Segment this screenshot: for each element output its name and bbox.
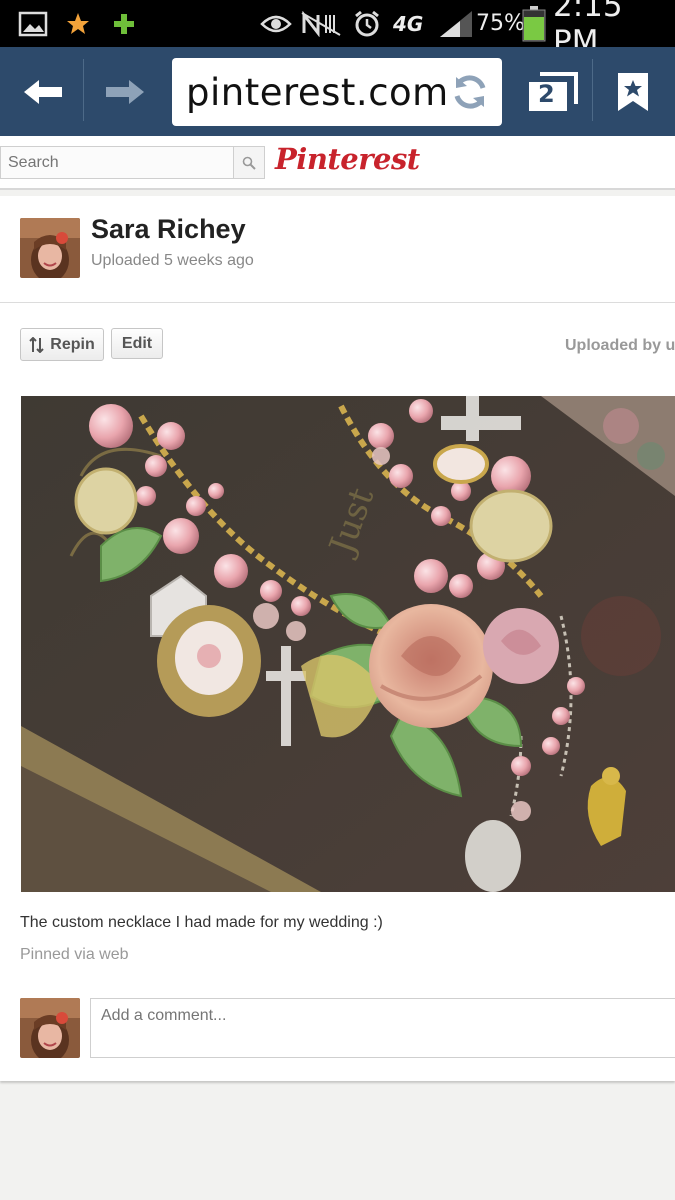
url-text: pinterest.com (186, 70, 449, 114)
network-type: 4G (393, 11, 424, 36)
image-icon (18, 0, 48, 47)
tab-count: 2 (538, 80, 555, 108)
battery-percent: 75% (476, 11, 525, 36)
toolbar-divider (83, 59, 84, 121)
bookmark-icon (618, 73, 648, 111)
refresh-icon[interactable] (450, 72, 490, 117)
divider (0, 302, 675, 303)
edit-button[interactable]: Edit (111, 328, 163, 359)
pin-card: Sara Richey Uploaded 5 weeks ago Repin E… (0, 196, 675, 1081)
uploaded-by-text: Uploaded by use (565, 337, 675, 354)
search-button[interactable] (234, 146, 265, 179)
signal-icon (438, 0, 474, 47)
edit-label: Edit (121, 334, 153, 352)
status-bar: 4G 75% 2:15 PM (0, 0, 675, 60)
repin-label: Repin (50, 335, 95, 353)
user-name[interactable]: Sara Richey (91, 214, 246, 245)
address-bar[interactable]: pinterest.com (172, 58, 502, 126)
pin-image[interactable]: Just (21, 396, 675, 892)
pinterest-header: Pinterest (0, 136, 675, 190)
eye-icon (260, 0, 292, 47)
tabs-button[interactable]: 2 (524, 69, 580, 115)
comment-input[interactable] (90, 998, 675, 1058)
repin-icon (29, 336, 44, 353)
nfc-icon (300, 0, 342, 47)
search-icon (242, 156, 256, 170)
repin-button[interactable]: Repin (20, 328, 104, 361)
plus-icon (112, 0, 136, 47)
clock: 2:15 PM (553, 0, 623, 60)
forward-button[interactable] (100, 69, 150, 115)
alarm-icon (352, 0, 382, 47)
comment-avatar (20, 998, 80, 1058)
back-arrow-icon (24, 80, 62, 104)
pin-caption: The custom necklace I had made for my we… (20, 914, 383, 931)
browser-toolbar: pinterest.com 2 (0, 47, 675, 136)
back-button[interactable] (18, 69, 68, 115)
star-icon (65, 0, 91, 47)
avatar[interactable] (20, 218, 80, 278)
toolbar-divider (592, 59, 593, 121)
search-input[interactable] (0, 146, 234, 179)
bookmark-button[interactable] (608, 69, 658, 115)
forward-arrow-icon (106, 80, 144, 104)
upload-time: Uploaded 5 weeks ago (91, 252, 254, 269)
battery-icon (522, 0, 546, 47)
pinned-via: Pinned via web (20, 946, 129, 963)
pinterest-logo[interactable]: Pinterest (275, 142, 420, 176)
